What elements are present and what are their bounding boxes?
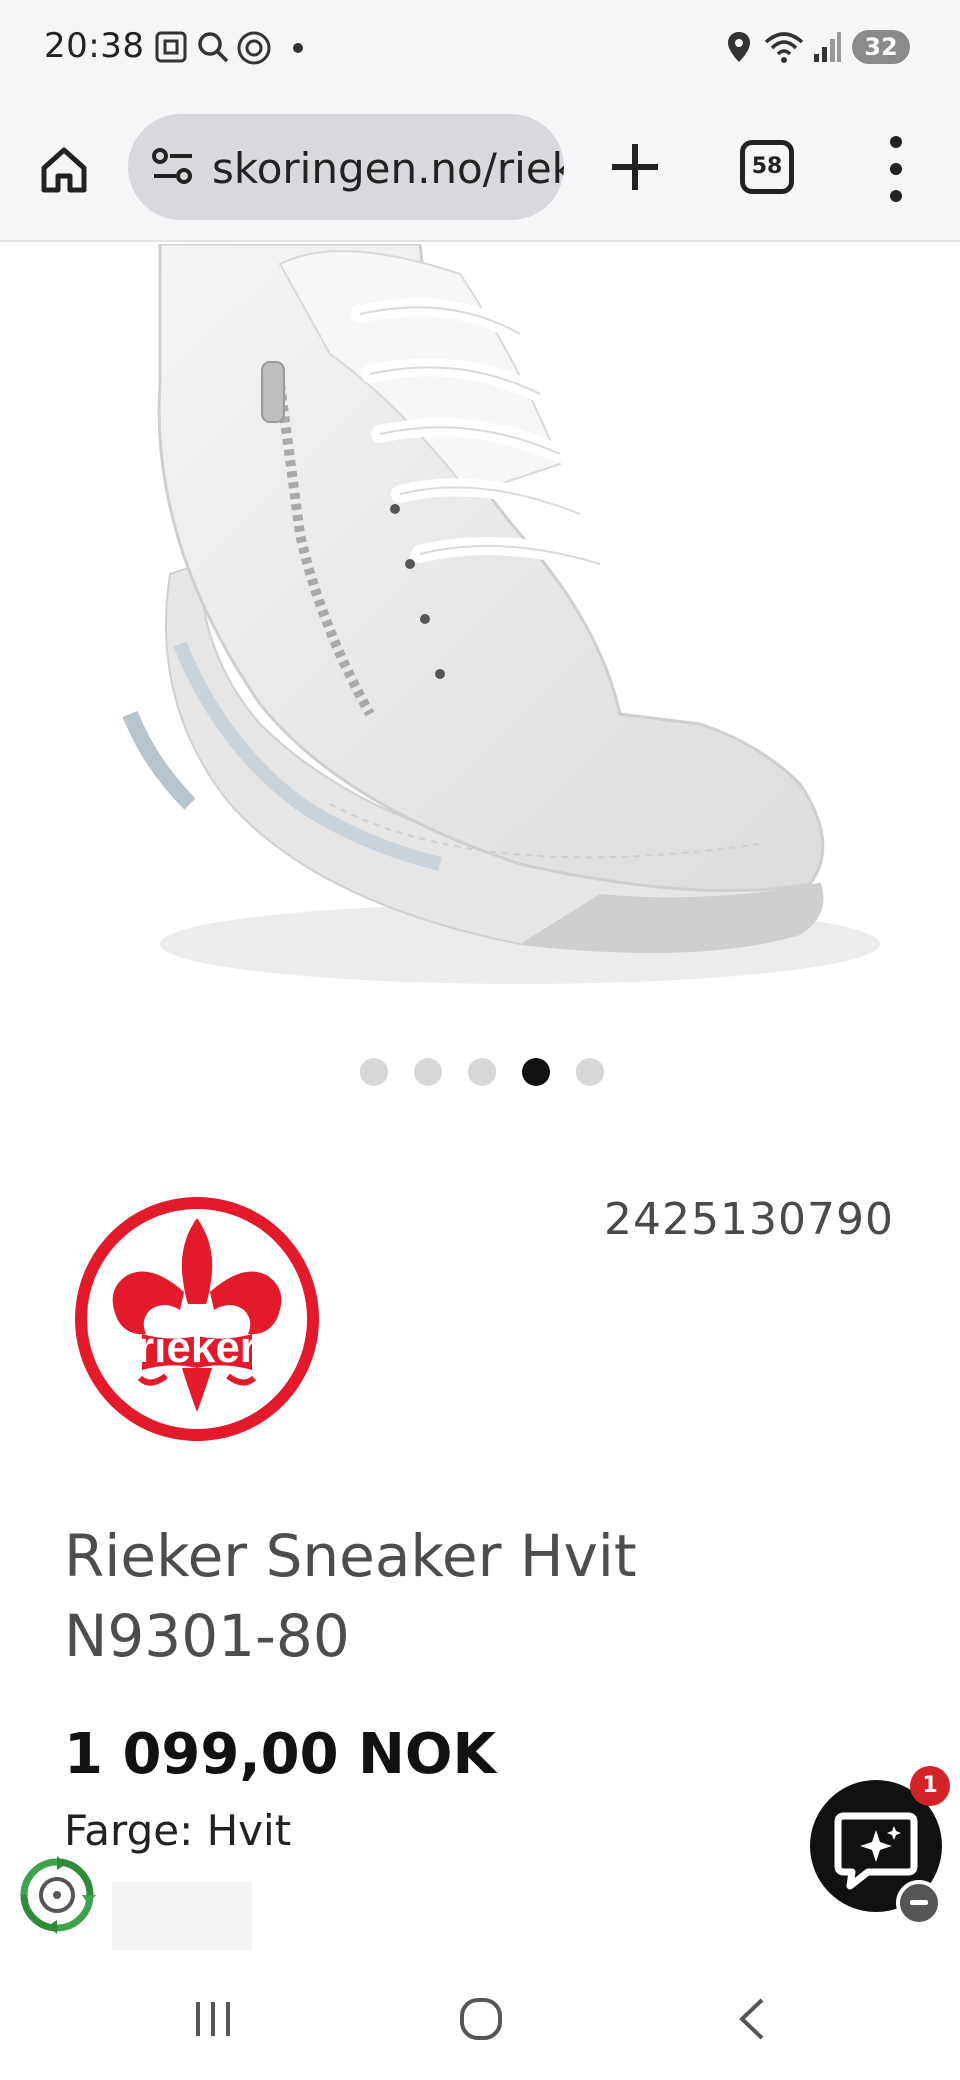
back-chevron-icon[interactable]: [730, 1996, 776, 2042]
product-title: Rieker Sneaker Hvit N9301-80: [64, 1522, 637, 1670]
wifi-icon: [764, 32, 804, 63]
product-color: Farge: Hvit: [64, 1806, 291, 1855]
status-time: 20:38: [44, 26, 145, 66]
system-nav-bar: [0, 1960, 960, 2080]
new-tab-button[interactable]: [602, 134, 668, 200]
brand-logo[interactable]: rieker: [70, 1192, 324, 1446]
plus-icon: [612, 144, 658, 190]
carousel-dot-3[interactable]: [468, 1058, 496, 1086]
product-image[interactable]: [0, 244, 960, 1024]
battery-icon: 32: [852, 30, 910, 64]
color-swatch[interactable]: [112, 1882, 252, 1950]
carousel-dot-4[interactable]: [522, 1058, 550, 1086]
more-vert-icon: [890, 136, 902, 202]
tab-switcher-button[interactable]: 58: [740, 140, 794, 194]
home-icon: [41, 147, 87, 193]
recents-icon[interactable]: [190, 1996, 236, 2042]
url-text[interactable]: skoringen.no/rieker-sneaker-hvit-n9301-8…: [212, 144, 564, 193]
color-value: Hvit: [206, 1806, 292, 1855]
at-sign-icon: [237, 31, 271, 65]
sneaker-image: [122, 244, 880, 984]
product-price: 1 099,00 NOK: [64, 1722, 496, 1787]
status-bar: 20:38 32: [0, 0, 960, 96]
chat-minimize-button[interactable]: [896, 1880, 942, 1926]
carousel-dot-1[interactable]: [360, 1058, 388, 1086]
tab-count: 58: [751, 154, 783, 179]
signal-icon: [814, 32, 841, 62]
browser-toolbar: skoringen.no/rieker-sneaker-hvit-n9301-8…: [0, 96, 960, 242]
carousel-dot-5[interactable]: [576, 1058, 604, 1086]
notification-dot-icon: [293, 43, 303, 53]
url-bar[interactable]: skoringen.no/rieker-sneaker-hvit-n9301-8…: [128, 114, 564, 220]
recycle-icon[interactable]: [18, 1856, 96, 1934]
carousel-dots: [360, 1058, 604, 1086]
search-icon: [198, 32, 229, 63]
site-settings-icon[interactable]: [150, 144, 196, 190]
brand-logo-wordmark: rieker: [137, 1323, 257, 1372]
home-circle-icon[interactable]: [458, 1996, 504, 2042]
carousel-dot-2[interactable]: [414, 1058, 442, 1086]
home-button[interactable]: [30, 136, 98, 204]
chat-notification-badge: 1: [910, 1766, 950, 1806]
browser-menu-button[interactable]: [876, 132, 916, 206]
color-label: Farge:: [64, 1806, 194, 1855]
product-sku: 2425130790: [604, 1194, 894, 1245]
location-icon: [728, 32, 750, 62]
screenshot-icon: [155, 31, 187, 63]
